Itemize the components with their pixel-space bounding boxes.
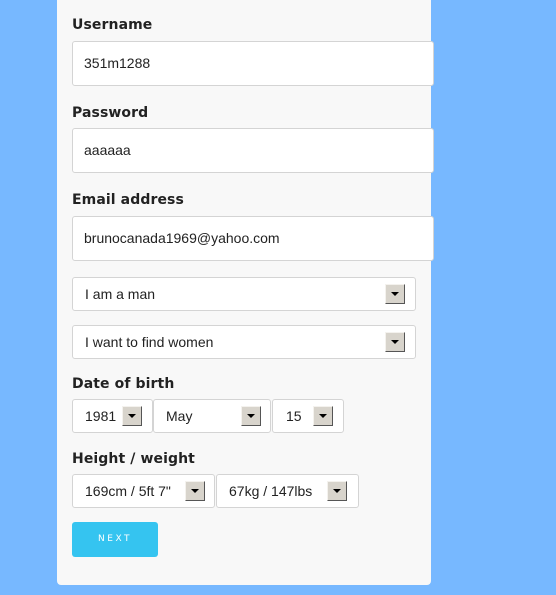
gender-select[interactable]: I am a man	[72, 277, 416, 311]
chevron-down-icon[interactable]	[313, 406, 333, 426]
username-label: Username	[72, 17, 153, 33]
password-input[interactable]: aaaaaa	[72, 128, 434, 173]
dob-year-value: 1981	[85, 408, 117, 424]
chevron-down-icon[interactable]	[122, 406, 142, 426]
weight-value: 67kg / 147lbs	[229, 483, 313, 499]
dob-month-select[interactable]: May	[153, 399, 271, 433]
height-value: 169cm / 5ft 7"	[85, 483, 171, 499]
dob-label: Date of birth	[72, 376, 175, 392]
weight-select[interactable]: 67kg / 147lbs	[216, 474, 359, 508]
chevron-down-icon[interactable]	[185, 481, 205, 501]
seeking-select[interactable]: I want to find women	[72, 325, 416, 359]
chevron-down-icon[interactable]	[385, 284, 405, 304]
chevron-down-icon[interactable]	[327, 481, 347, 501]
chevron-down-icon[interactable]	[241, 406, 261, 426]
email-label: Email address	[72, 192, 184, 208]
seeking-select-value: I want to find women	[85, 334, 214, 350]
dob-month-value: May	[166, 408, 193, 424]
next-button[interactable]: NEXT	[72, 522, 158, 557]
email-input[interactable]: brunocanada1969@yahoo.com	[72, 216, 434, 261]
username-input[interactable]: 351m1288	[72, 41, 434, 86]
signup-form-card: Username 351m1288 Password aaaaaa Email …	[57, 0, 434, 585]
gender-select-value: I am a man	[85, 286, 156, 302]
height-select[interactable]: 169cm / 5ft 7"	[72, 474, 215, 508]
password-label: Password	[72, 105, 149, 121]
height-weight-label: Height / weight	[72, 451, 195, 467]
dob-year-select[interactable]: 1981	[72, 399, 153, 433]
dob-day-select[interactable]: 15	[272, 399, 344, 433]
dob-day-value: 15	[286, 408, 302, 424]
chevron-down-icon[interactable]	[385, 332, 405, 352]
